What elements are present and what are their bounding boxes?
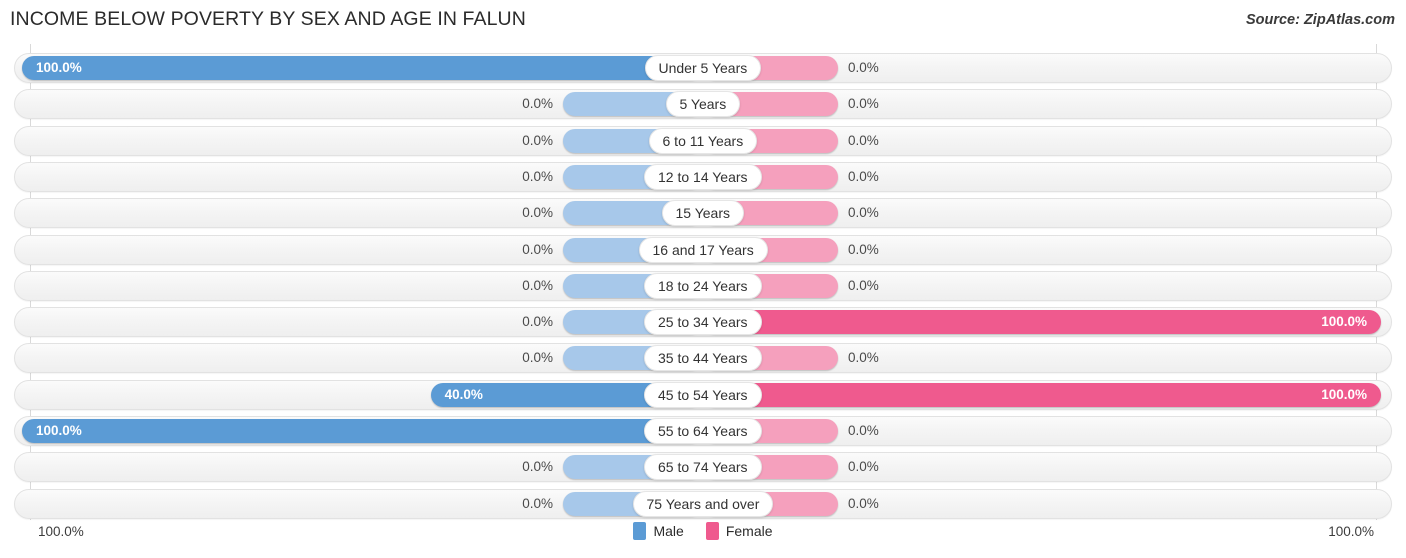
male-bar-value: 0.0% [522,168,553,184]
male-bar-value: 100.0% [36,60,82,75]
category-label: Under 5 Years [644,55,762,81]
category-label: 5 Years [665,91,741,118]
female-bar-value: 0.0% [848,495,879,511]
female-bar[interactable] [703,310,1381,335]
male-bar-value: 0.0% [522,205,553,221]
chart-legend: Male Female [0,522,1406,540]
male-bar[interactable] [22,419,703,443]
chart-header: INCOME BELOW POVERTY BY SEX AND AGE IN F… [0,0,1406,44]
source-attribution: Source: ZipAtlas.com [1245,12,1395,28]
legend-item[interactable]: Male [633,522,684,540]
male-bar-value: 0.0% [522,314,553,330]
male-bar[interactable] [22,56,703,80]
chart-page: INCOME BELOW POVERTY BY SEX AND AGE IN F… [0,0,1406,558]
female-bar[interactable] [703,382,1381,407]
legend-swatch-female [705,522,719,540]
category-label: 65 to 74 Years [644,454,762,481]
category-label: 16 and 17 Years [638,236,768,263]
category-label: 6 to 11 Years [648,127,758,154]
male-bar-value: 0.0% [522,459,553,475]
category-label: 75 Years and over [632,490,774,517]
female-bar-value: 0.0% [848,205,879,221]
chart-plot-area: 100.0% 0.0% Under 5 Years 0.0% 0.0% 5 Years 0.… [0,44,1406,520]
male-bar-value: 100.0% [36,423,82,438]
male-bar-value: 0.0% [522,350,553,366]
legend-label: Female [725,523,773,539]
female-bar-value: 0.0% [848,277,879,293]
female-bar-value: 0.0% [848,423,879,438]
legend-label: Male [653,523,684,539]
female-bar-value: 0.0% [848,350,879,366]
female-bar-value: 0.0% [848,132,879,148]
female-bar-value: 100.0% [1321,386,1367,402]
female-bar-value: 0.0% [848,459,879,475]
category-label: 12 to 14 Years [644,163,762,190]
male-bar-value: 0.0% [522,241,553,257]
female-bar-value: 100.0% [1321,314,1367,330]
category-label: 35 to 44 Years [644,345,762,372]
female-bar-value: 0.0% [848,168,879,184]
legend-swatch-male [633,522,647,540]
chart-footer: 100.0% 100.0% Male Female [0,520,1406,558]
female-bar-value: 0.0% [848,96,879,112]
category-label: 25 to 34 Years [644,309,762,336]
category-label: 15 Years [661,200,744,227]
male-bar-value: 0.0% [522,495,553,511]
category-label: 45 to 54 Years [644,381,762,408]
male-bar-value: 0.0% [522,132,553,148]
page-title: INCOME BELOW POVERTY BY SEX AND AGE IN F… [10,8,526,30]
category-label: 18 to 24 Years [644,272,762,299]
female-bar-value: 0.0% [848,241,879,257]
category-label: 55 to 64 Years [644,418,762,444]
male-bar-value: 40.0% [444,386,483,402]
female-bar-value: 0.0% [848,60,879,75]
male-bar-value: 0.0% [522,96,553,112]
legend-item[interactable]: Female [705,522,773,540]
male-bar-value: 0.0% [522,277,553,293]
